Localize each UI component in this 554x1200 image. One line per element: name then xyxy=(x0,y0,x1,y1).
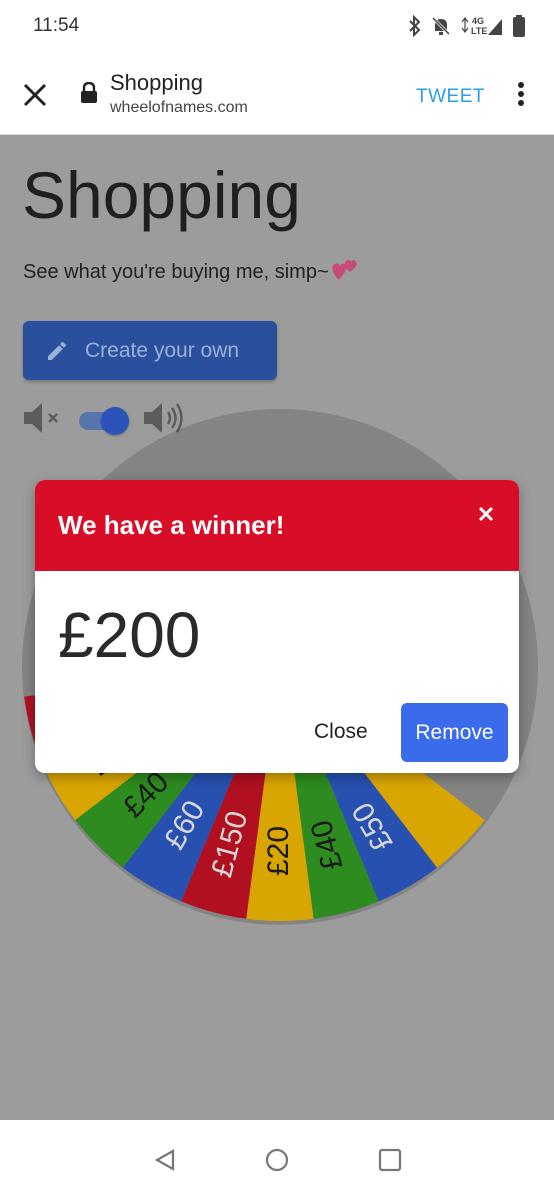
svg-text:LTE: LTE xyxy=(471,26,487,36)
winner-dialog-title: We have a winner! xyxy=(58,510,285,540)
status-bar: 11:54 4G LTE xyxy=(0,0,554,54)
home-icon[interactable] xyxy=(265,1148,289,1172)
browser-page-title: Shopping xyxy=(110,70,203,95)
status-icons: 4G LTE xyxy=(408,14,526,38)
tweet-button[interactable]: TWEET xyxy=(416,86,485,108)
recents-icon[interactable] xyxy=(378,1148,402,1172)
winner-dialog-header: We have a winner! xyxy=(35,480,519,571)
battery-icon xyxy=(513,15,525,37)
bluetooth-icon xyxy=(409,15,421,37)
remove-button[interactable]: Remove xyxy=(401,703,508,762)
more-options-icon[interactable] xyxy=(516,81,526,107)
notifications-off-icon xyxy=(431,16,451,36)
status-time: 11:54 xyxy=(33,15,80,36)
close-icon[interactable] xyxy=(22,82,48,108)
close-button[interactable]: Close xyxy=(314,720,368,744)
svg-text:4G: 4G xyxy=(472,16,484,26)
wheel-segment-label: £20 xyxy=(262,826,295,876)
close-icon[interactable] xyxy=(477,505,495,523)
browser-toolbar: Shopping wheelofnames.com TWEET xyxy=(0,54,554,135)
winner-dialog: We have a winner! £200 Close Remove xyxy=(35,480,519,773)
browser-url: wheelofnames.com xyxy=(110,99,248,116)
back-icon[interactable] xyxy=(153,1148,177,1172)
system-navigation-bar xyxy=(0,1120,554,1200)
lock-icon xyxy=(81,82,97,103)
winner-value: £200 xyxy=(58,599,201,671)
network-4g-icon: 4GLTE xyxy=(461,16,502,36)
